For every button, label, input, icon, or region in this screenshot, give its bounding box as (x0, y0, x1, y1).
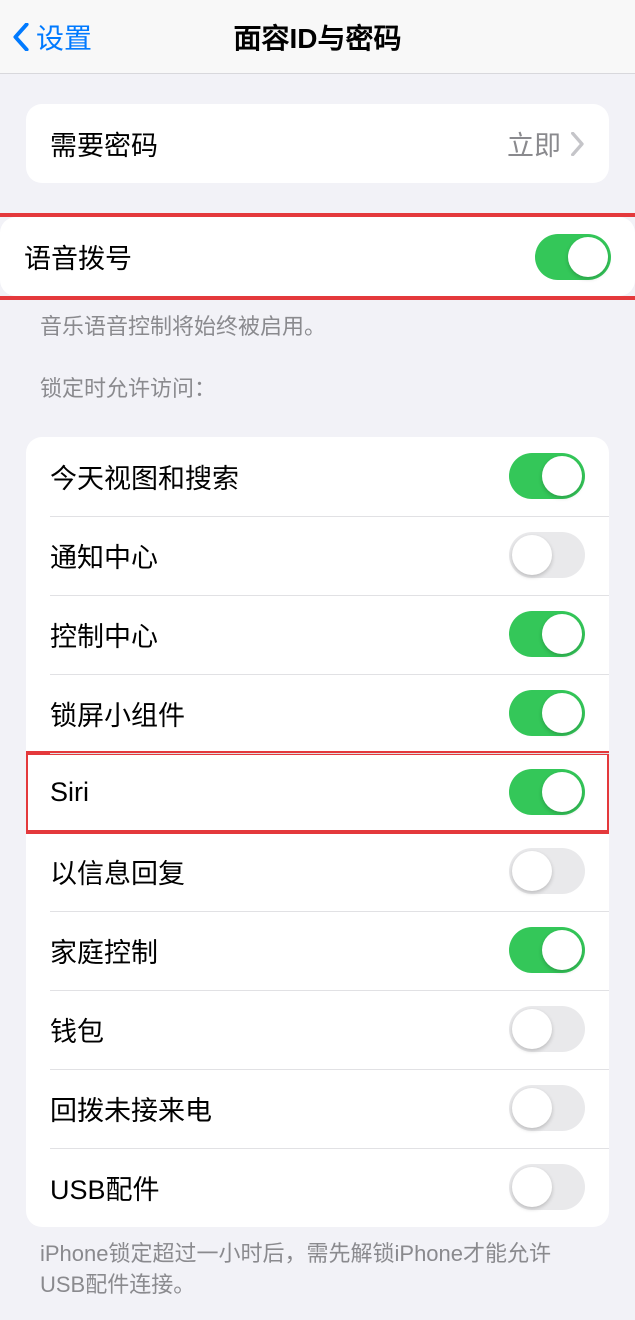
locked-access-row: 控制中心 (26, 595, 609, 674)
voice-dial-row: 语音拨号 (0, 217, 635, 296)
require-passcode-row[interactable]: 需要密码 立即 (26, 104, 609, 183)
locked-access-footer: iPhone锁定超过一小时后，需先解锁iPhone才能允许USB配件连接。 (0, 1227, 635, 1301)
locked-access-label: 锁屏小组件 (50, 694, 509, 733)
navbar: 设置 面容ID与密码 (0, 0, 635, 74)
locked-access-label: 回拨未接来电 (50, 1089, 509, 1128)
locked-access-switch[interactable] (509, 690, 585, 736)
back-button[interactable]: 设置 (10, 0, 92, 73)
require-passcode-label: 需要密码 (50, 124, 507, 163)
voice-dial-group: 语音拨号 (0, 213, 635, 300)
locked-access-switch[interactable] (509, 1006, 585, 1052)
require-passcode-group: 需要密码 立即 (26, 104, 609, 183)
locked-access-switch[interactable] (509, 769, 585, 815)
locked-access-switch[interactable] (509, 1085, 585, 1131)
locked-access-row: Siri (26, 753, 609, 832)
locked-access-header: 锁定时允许访问： (0, 343, 635, 407)
voice-dial-footer: 音乐语音控制将始终被启用。 (0, 300, 635, 343)
locked-access-row: 钱包 (26, 990, 609, 1069)
locked-access-row: 回拨未接来电 (26, 1069, 609, 1148)
locked-access-label: 通知中心 (50, 536, 509, 575)
page-title: 面容ID与密码 (0, 17, 635, 57)
locked-access-label: 今天视图和搜索 (50, 457, 509, 496)
locked-access-switch[interactable] (509, 611, 585, 657)
locked-access-switch[interactable] (509, 927, 585, 973)
locked-access-label: 以信息回复 (50, 852, 509, 891)
chevron-left-icon (10, 23, 32, 51)
locked-access-row: 家庭控制 (26, 911, 609, 990)
voice-dial-switch[interactable] (535, 234, 611, 280)
locked-access-switch[interactable] (509, 453, 585, 499)
locked-access-switch[interactable] (509, 1164, 585, 1210)
locked-access-switch[interactable] (509, 532, 585, 578)
locked-access-label: 控制中心 (50, 615, 509, 654)
voice-dial-label: 语音拨号 (24, 237, 535, 276)
locked-access-switch[interactable] (509, 848, 585, 894)
locked-access-label: USB配件 (50, 1168, 509, 1207)
chevron-right-icon (571, 132, 585, 156)
locked-access-row: 锁屏小组件 (26, 674, 609, 753)
locked-access-row: USB配件 (26, 1148, 609, 1227)
locked-access-label: 家庭控制 (50, 931, 509, 970)
locked-access-row: 今天视图和搜索 (26, 437, 609, 516)
locked-access-group: 今天视图和搜索通知中心控制中心锁屏小组件 Siri 以信息回复家庭控制钱包回拨未接来… (26, 437, 609, 1227)
require-passcode-value: 立即 (507, 124, 561, 163)
locked-access-label: 钱包 (50, 1010, 509, 1049)
locked-access-label: Siri (50, 777, 509, 808)
locked-access-row: 以信息回复 (26, 832, 609, 911)
locked-access-row: 通知中心 (26, 516, 609, 595)
back-label: 设置 (36, 17, 92, 57)
